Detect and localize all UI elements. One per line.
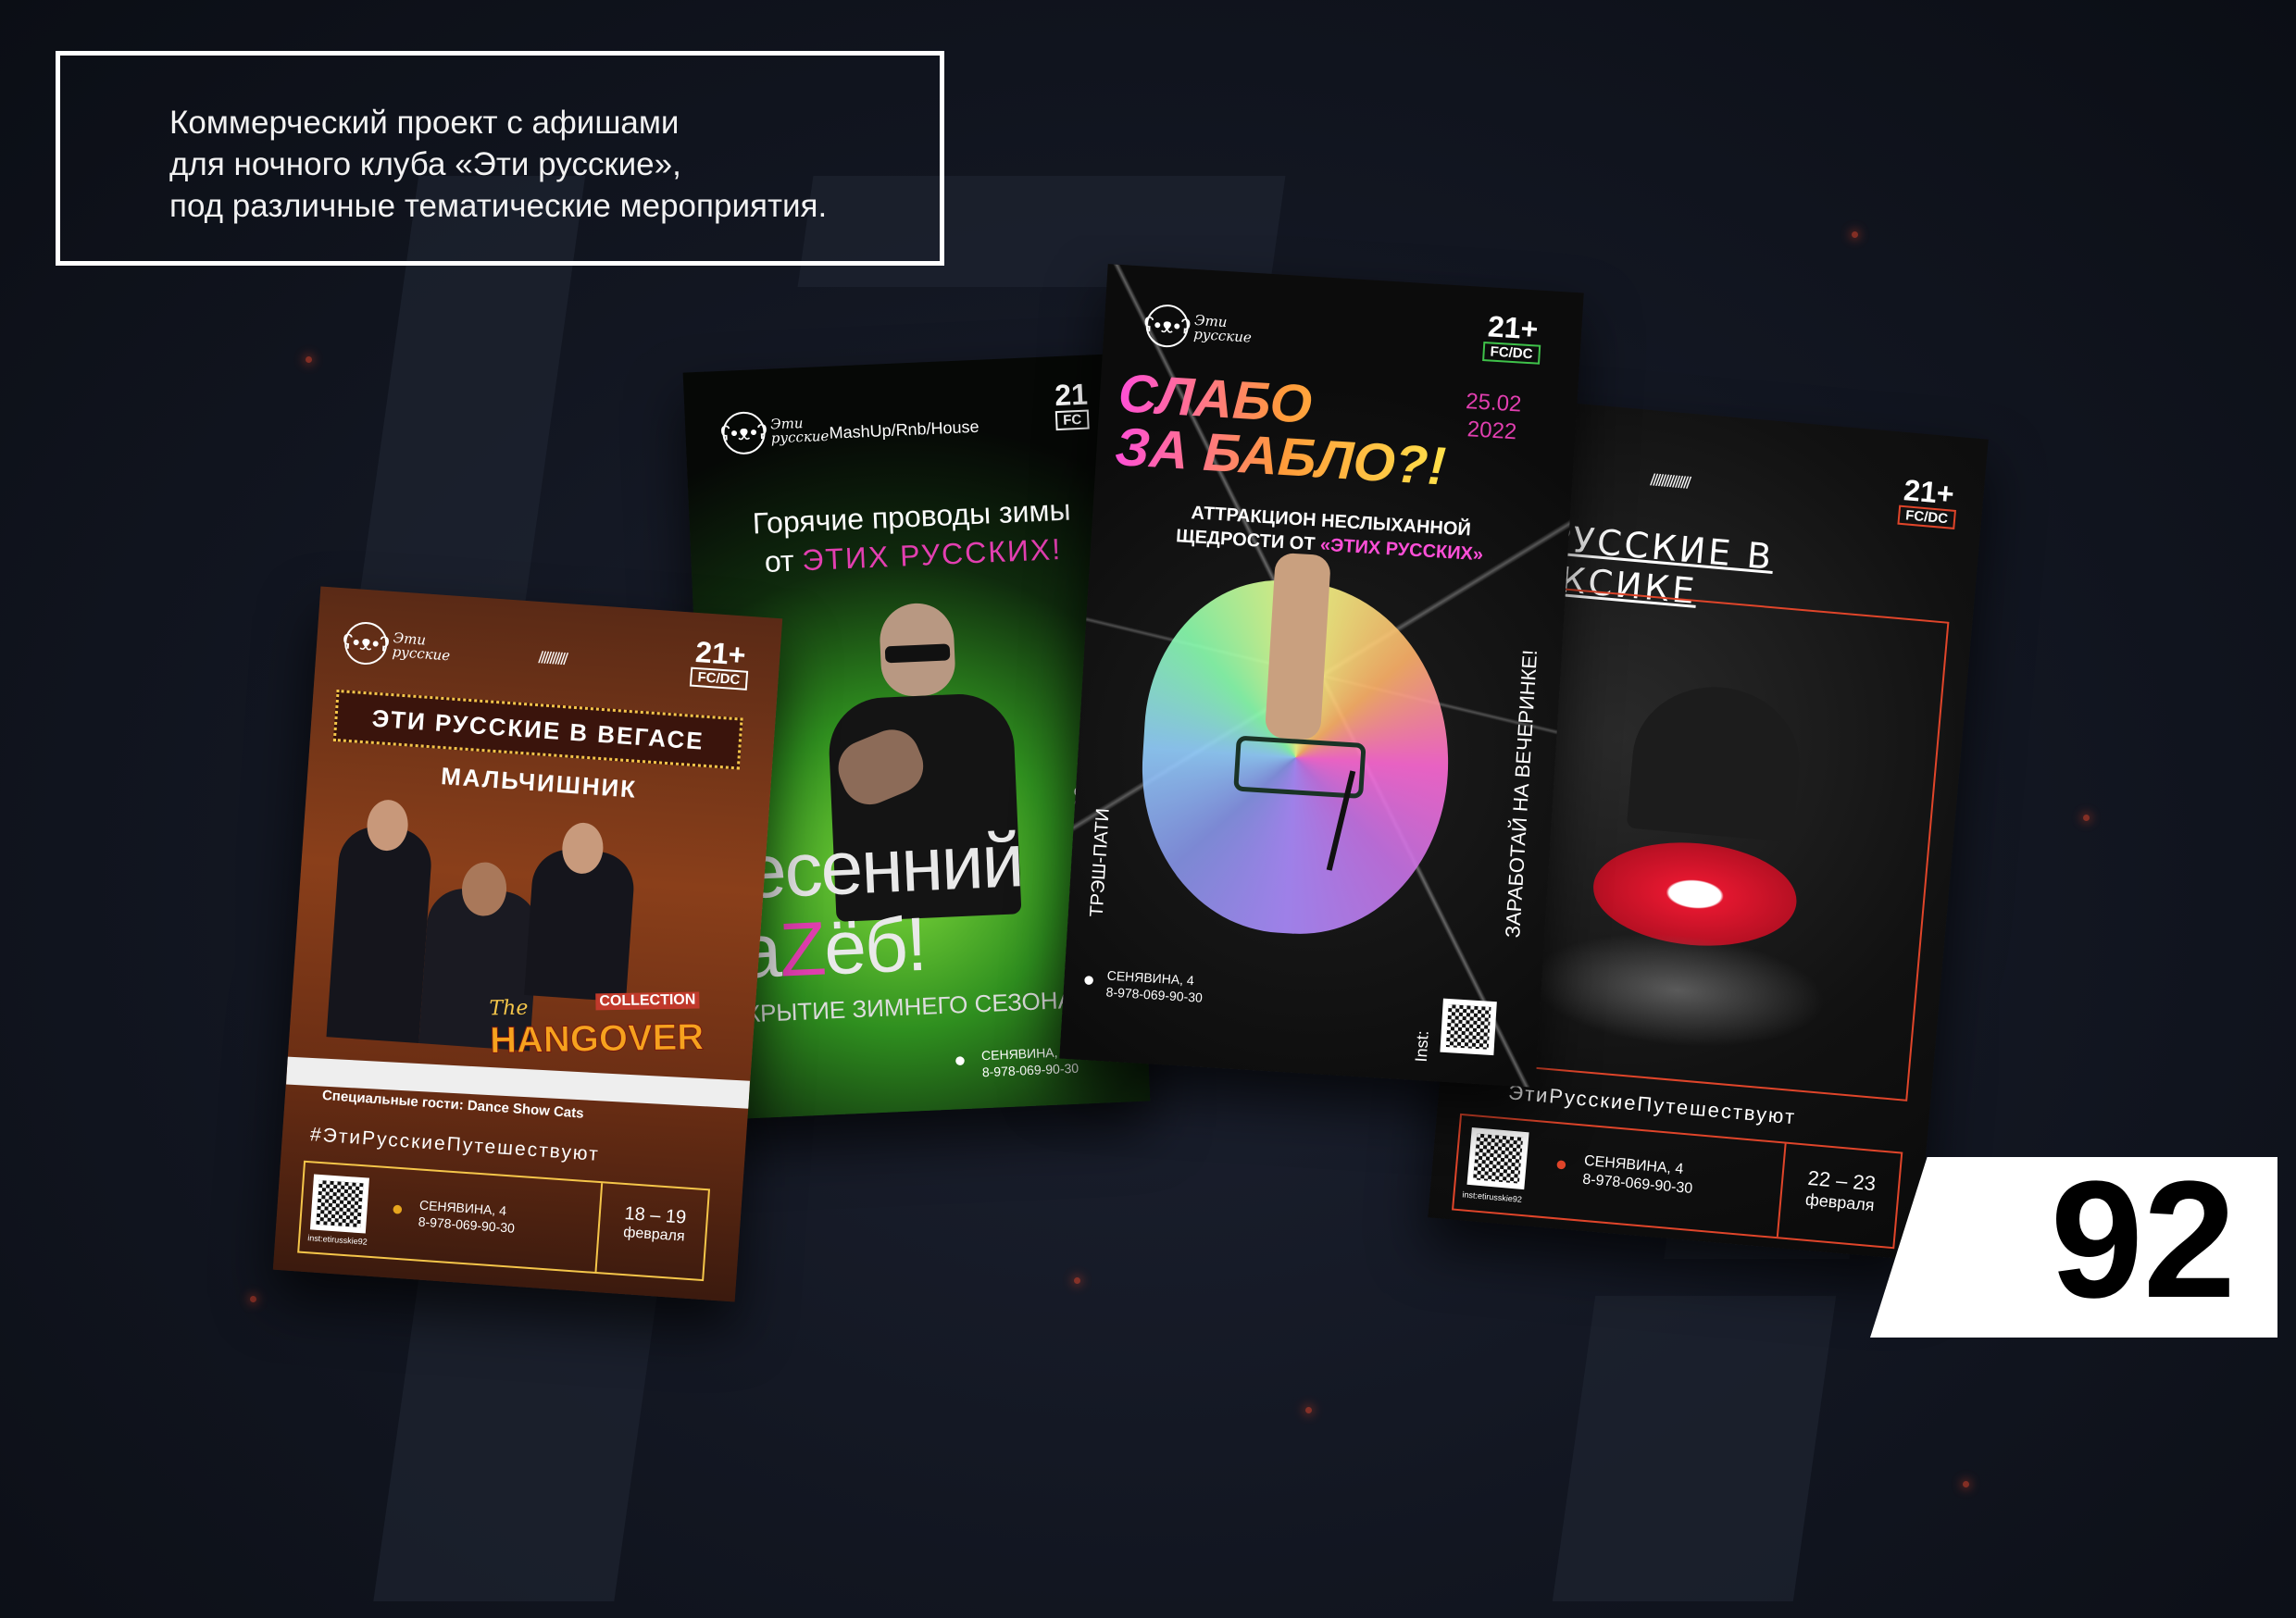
big-title-z: Z — [778, 906, 827, 993]
bear-icon: ʕ•ᴥ•ʔ — [720, 410, 767, 455]
qr-code[interactable] — [309, 1174, 369, 1234]
age-badge: 21 FC — [1054, 377, 1090, 431]
bear-icon: ʕ•ᴥ•ʔ — [1143, 303, 1192, 349]
age-rating: 21+ — [1487, 309, 1540, 346]
caption-line-1: Коммерческий проект с афишами — [169, 105, 680, 141]
date-day: 25.02 — [1465, 388, 1523, 417]
location-pin-icon: ● — [1554, 1151, 1569, 1176]
caption-line-3: под различные тематические мероприятия. — [169, 188, 828, 224]
project-caption: Коммерческий проект с афишами для ночног… — [169, 102, 827, 227]
date-block: 18 – 19 февраля — [594, 1183, 712, 1280]
hangover-logo: The COLLECTION HANGOVER — [489, 991, 705, 1062]
page-number-badge: 92 — [1870, 1157, 2277, 1338]
sombrero-image — [1626, 679, 1805, 842]
heel-shoe-image — [1208, 550, 1368, 909]
age-rating: 21+ — [694, 634, 747, 672]
qr-code[interactable] — [1440, 998, 1497, 1056]
headline-highlight: ЭТИХ РУССКИХ! — [801, 531, 1063, 578]
location-pin-icon: ● — [390, 1196, 405, 1221]
inst-handle: inst:etirusskie92 — [306, 1233, 368, 1247]
address-block: СЕНЯВИНА, 4 8-978-069-90-30 — [418, 1197, 517, 1237]
phone: 8-978-069-90-30 — [981, 1060, 1079, 1080]
logo: ʕ•ᴥ•ʔ Эти русские — [720, 408, 830, 455]
title: ЭТИ РУССКИЕ В ВЕГАСЕ — [370, 703, 705, 755]
logo-line-2: русские — [392, 643, 451, 665]
hashtag: #ЭтиРусскиеПутешествуют — [309, 1124, 601, 1165]
inst-label: Inst: — [1411, 1029, 1432, 1063]
spark — [1074, 1277, 1080, 1284]
spark — [1852, 231, 1858, 238]
logo-line-2: русские — [770, 427, 830, 447]
logo: ʕ•ᴥ•ʔ Эти русские — [342, 620, 453, 670]
collection-label: COLLECTION — [595, 991, 700, 1011]
address-block: СЕНЯВИНА, 4 8-978-069-90-30 — [1105, 966, 1204, 1005]
info-frame: inst:etirusskie92 ● СЕНЯВИНА, 4 8-978-06… — [1452, 1113, 1903, 1250]
fc-label: FC — [1054, 409, 1090, 431]
inst-handle: inst:etirusskie92 — [1462, 1189, 1523, 1204]
event-date: 25.02 2022 — [1464, 388, 1523, 447]
big-title-part: ёб! — [822, 902, 928, 991]
location-pin-icon: ● — [953, 1048, 967, 1072]
bg-shape-bottom — [373, 1250, 664, 1601]
bear-icon: ʕ•ᴥ•ʔ — [342, 620, 390, 666]
spark — [1963, 1481, 1969, 1487]
spark — [1305, 1407, 1312, 1413]
project-caption-box: Коммерческий проект с афишами для ночног… — [56, 51, 944, 266]
bg-shape-bottom2 — [1552, 1296, 1837, 1601]
spark — [2083, 815, 2090, 821]
age-badge: 21+ FC/DC — [1482, 309, 1542, 365]
poster-vegas: ʕ•ᴥ•ʔ Эти русские ////////// 21+ FC/DC ЭТ… — [272, 586, 783, 1302]
date-year: 2022 — [1466, 417, 1517, 445]
poster-slabo: ʕ•ᴥ•ʔ Эти русские 21+ FC/DC 25.02 2022 СЛ… — [1059, 264, 1584, 1088]
info-frame: inst:etirusskie92 ● СЕНЯВИНА, 4 8-978-06… — [297, 1160, 712, 1282]
spark — [306, 356, 312, 363]
page-number: 92 — [2050, 1147, 2236, 1333]
hands-image — [1525, 922, 1830, 1059]
logo-line-2: русские — [1192, 325, 1253, 346]
location-pin-icon: ● — [1081, 966, 1096, 991]
hatch-decoration: ////////// — [537, 648, 568, 669]
hangover-big: HANGOVER — [489, 1016, 705, 1062]
spark — [250, 1296, 256, 1302]
age-rating: 21 — [1054, 377, 1089, 413]
age-badge: 21+ FC/DC — [689, 634, 751, 691]
main-title: СЛАБО ЗА БАБЛО?! — [1114, 367, 1451, 494]
logo: ʕ•ᴥ•ʔ Эти русские — [1143, 303, 1253, 353]
headline-from: от — [764, 543, 795, 579]
age-rating: 21+ — [1902, 473, 1956, 511]
caption-line-2: для ночного клуба «Эти русские», — [169, 146, 681, 182]
hatch-decoration: ////////////// — [1649, 470, 1691, 492]
address-block: СЕНЯВИНА, 4 8-978-069-90-30 — [1582, 1152, 1695, 1199]
headline: Горячие проводы зимы от ЭТИХ РУССКИХ! — [717, 489, 1108, 583]
age-badge: 21+ FC/DC — [1897, 473, 1958, 529]
date-block: 22 – 23 февраля — [1776, 1143, 1903, 1248]
qr-code[interactable] — [1466, 1126, 1529, 1190]
genre-label: MashUp/Rnb/House — [829, 417, 980, 442]
